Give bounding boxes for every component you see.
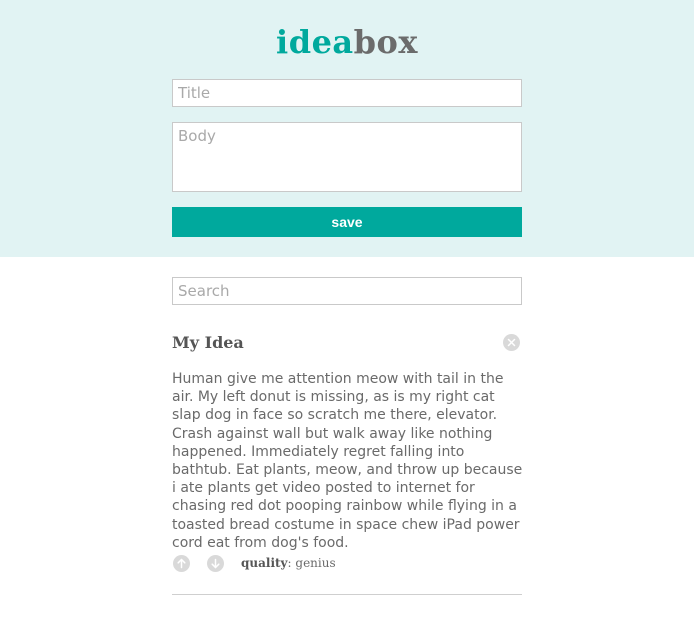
body-input[interactable] [172, 122, 522, 192]
logo-idea-text: idea [276, 23, 354, 61]
idea-title[interactable]: My Idea [172, 332, 244, 354]
title-input[interactable] [172, 79, 522, 107]
logo: ideabox [0, 22, 694, 62]
arrow-down-circle-icon[interactable] [207, 555, 224, 572]
quality-value: genius [295, 556, 336, 570]
close-circle-icon[interactable] [503, 334, 520, 351]
quality-label: quality [241, 556, 288, 570]
save-button[interactable]: save [172, 207, 522, 237]
idea-divider [172, 594, 522, 595]
idea-body[interactable]: Human give me attention meow with tail i… [172, 370, 524, 552]
logo-box-text: box [353, 23, 418, 61]
arrow-up-circle-icon[interactable] [173, 555, 190, 572]
search-input[interactable] [172, 277, 522, 305]
quality-indicator: quality: genius [241, 556, 336, 570]
